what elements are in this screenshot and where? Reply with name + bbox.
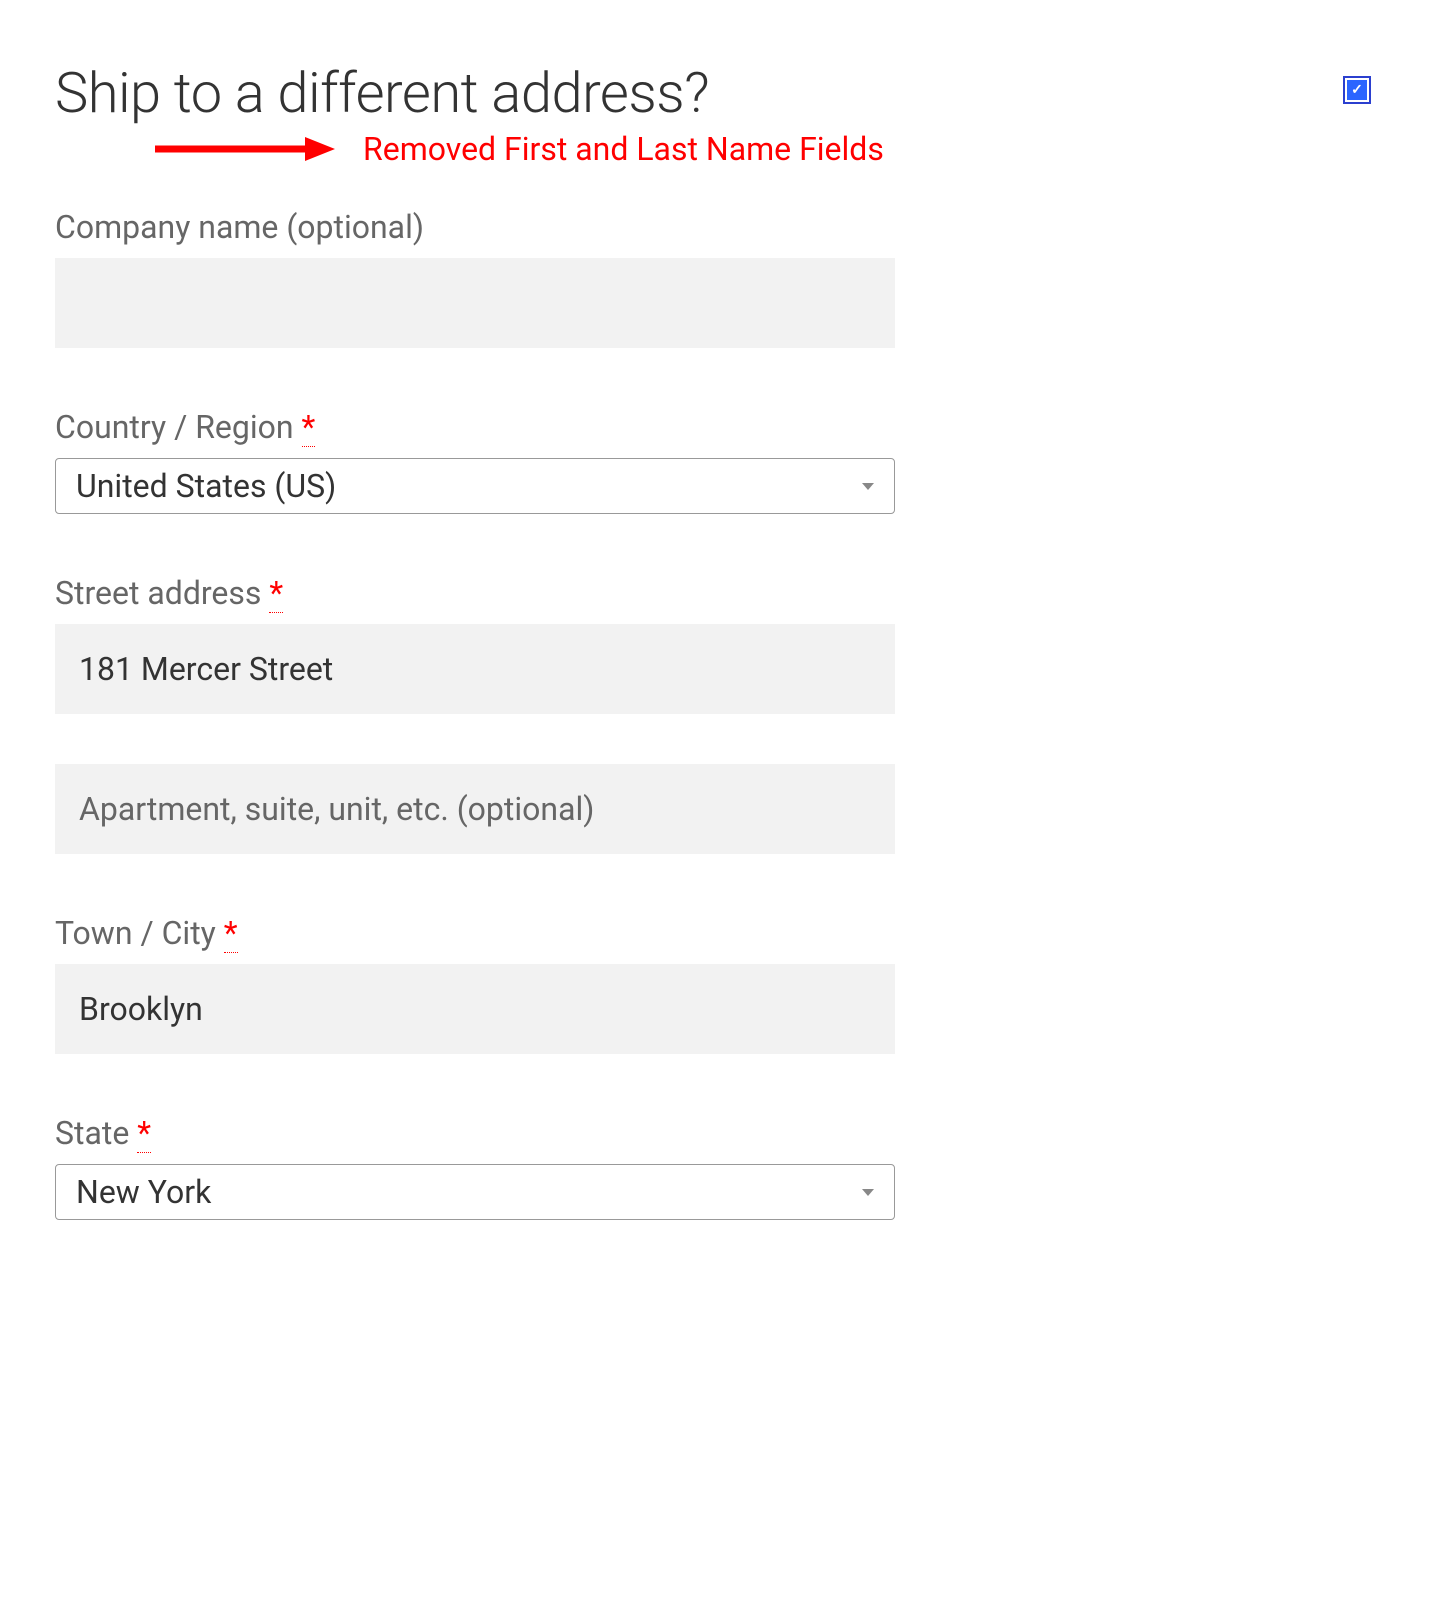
state-select-value: New York [76, 1173, 862, 1211]
arrow-icon [155, 135, 335, 163]
street-label: Street address * [55, 574, 895, 612]
country-label-text: Country / Region [55, 408, 294, 446]
country-select-value: United States (US) [76, 467, 862, 505]
required-asterisk: * [224, 914, 238, 953]
street-address-1-input[interactable] [55, 624, 895, 714]
street-field-group: Street address * [55, 574, 895, 854]
company-label: Company name (optional) [55, 208, 895, 246]
state-select[interactable]: New York [55, 1164, 895, 1220]
ship-different-checkbox[interactable]: ✓ [1343, 76, 1371, 104]
shipping-form: Ship to a different address? ✓ Removed F… [55, 60, 1377, 1220]
street-address-2-input[interactable] [55, 764, 895, 854]
city-label-text: Town / City [55, 914, 216, 952]
city-label: Town / City * [55, 914, 895, 952]
street-label-text: Street address [55, 574, 261, 612]
header-row: Ship to a different address? ✓ [55, 60, 1377, 126]
checkbox-fill: ✓ [1347, 80, 1367, 100]
country-label: Country / Region * [55, 408, 895, 446]
chevron-down-icon [862, 1189, 874, 1196]
ship-different-checkbox-wrap: ✓ [1343, 76, 1371, 104]
required-asterisk: * [302, 408, 316, 447]
page-title: Ship to a different address? [55, 60, 709, 126]
chevron-down-icon [862, 483, 874, 490]
company-field-group: Company name (optional) [55, 208, 895, 348]
city-input[interactable] [55, 964, 895, 1054]
city-field-group: Town / City * [55, 914, 895, 1054]
country-field-group: Country / Region * United States (US) [55, 408, 895, 514]
annotation-text: Removed First and Last Name Fields [363, 130, 884, 168]
state-label: State * [55, 1114, 895, 1152]
country-select[interactable]: United States (US) [55, 458, 895, 514]
checkmark-icon: ✓ [1351, 82, 1363, 98]
required-asterisk: * [137, 1114, 151, 1153]
company-input[interactable] [55, 258, 895, 348]
state-field-group: State * New York [55, 1114, 895, 1220]
state-label-text: State [55, 1114, 129, 1152]
annotation-row: Removed First and Last Name Fields [55, 130, 1377, 168]
required-asterisk: * [269, 574, 283, 613]
